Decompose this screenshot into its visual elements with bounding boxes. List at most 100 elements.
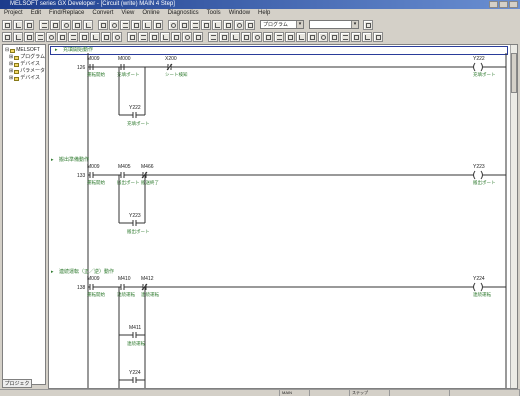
menu-item-online[interactable]: Online	[142, 9, 159, 18]
tree-root[interactable]: ⊟ MELSOFT	[5, 47, 45, 54]
line-erase-icon[interactable]	[171, 31, 181, 42]
convert-all-icon[interactable]	[241, 31, 251, 42]
contact-device: M009	[87, 56, 100, 62]
contact-open	[120, 172, 125, 178]
menu-item-help[interactable]: Help	[258, 9, 270, 18]
application-instruction-icon[interactable]	[57, 31, 67, 42]
invert-icon[interactable]	[138, 31, 148, 42]
list-view-icon[interactable]	[179, 19, 189, 30]
coil-icon[interactable]	[46, 31, 56, 42]
ladder-symbol-toolbar	[2, 31, 383, 42]
cross-reference-icon[interactable]	[362, 31, 372, 42]
new-project-icon[interactable]	[2, 19, 12, 30]
ladder-editor[interactable]: ▸ 充填開始動作 126 M009 運転開始 M000 充填ポート X200 シ…	[48, 44, 518, 389]
pulse-branch-icon[interactable]	[127, 31, 137, 42]
write-plc-icon[interactable]	[131, 19, 141, 30]
tree-item[interactable]: ⊞ デバイス	[5, 61, 45, 68]
closed-branch-icon[interactable]	[35, 31, 45, 42]
open-contact-icon[interactable]	[2, 31, 12, 42]
step-number: 126	[77, 65, 86, 71]
rising-pulse-icon[interactable]	[101, 31, 111, 42]
maximize-button[interactable]	[499, 1, 508, 8]
expand-icon[interactable]: ⊟	[5, 47, 9, 54]
line-draw-icon[interactable]	[160, 31, 170, 42]
menu-item-find[interactable]: Find/Replace	[49, 9, 84, 18]
undo-icon[interactable]	[83, 19, 93, 30]
step-number: 138	[77, 285, 86, 291]
tree-item[interactable]: ⊞ パラメータ	[5, 68, 45, 75]
close-button[interactable]	[509, 1, 518, 8]
ladder-check-icon[interactable]	[351, 31, 361, 42]
copy-icon[interactable]	[61, 19, 71, 30]
tree-item[interactable]: ⊞ プログラム	[5, 54, 45, 61]
zoom-in-icon[interactable]	[296, 31, 306, 42]
menu-item-project[interactable]: Project	[4, 9, 23, 18]
comment-display-icon[interactable]	[263, 31, 273, 42]
minimize-button[interactable]	[489, 1, 498, 8]
expand-icon[interactable]: ⊞	[9, 54, 13, 61]
contact-device: M009	[87, 276, 100, 282]
coil-device: Y224	[473, 276, 485, 282]
project-tab[interactable]: プロジェクト	[2, 379, 32, 395]
menu-item-edit[interactable]: Edit	[31, 9, 41, 18]
monitor-write-icon[interactable]	[219, 31, 229, 42]
open-branch-icon[interactable]	[13, 31, 23, 42]
read-mode-icon[interactable]	[182, 31, 192, 42]
rung-comment: 搬出準備動作	[59, 156, 89, 163]
zoom-out-icon[interactable]	[307, 31, 317, 42]
step-icon[interactable]	[252, 31, 262, 42]
device-memory-icon[interactable]	[340, 31, 350, 42]
contact-label: 連続運転	[141, 291, 159, 298]
menu-item-view[interactable]: View	[121, 9, 134, 18]
menu-item-diagnostics[interactable]: Diagnostics	[168, 9, 199, 18]
closed-contact-icon[interactable]	[24, 31, 34, 42]
note-icon[interactable]	[212, 19, 222, 30]
read-plc-icon[interactable]	[120, 19, 130, 30]
replace-icon[interactable]	[109, 19, 119, 30]
expand-icon[interactable]: ⊞	[9, 68, 13, 75]
monitor-stop-icon[interactable]	[153, 19, 163, 30]
cut-icon[interactable]	[50, 19, 60, 30]
device-batch-icon[interactable]	[363, 19, 373, 30]
menu-item-window[interactable]: Window	[229, 9, 250, 18]
device-list-icon[interactable]	[373, 31, 383, 42]
vertical-scrollbar[interactable]	[510, 45, 517, 388]
branch-label: 充填ポート	[127, 120, 150, 127]
print-icon[interactable]	[39, 19, 49, 30]
ladder-view-icon[interactable]	[168, 19, 178, 30]
find-icon[interactable]	[98, 19, 108, 30]
write-mode-icon[interactable]	[193, 31, 203, 42]
expand-icon[interactable]: ⊞	[9, 75, 13, 82]
monitor-icon[interactable]	[142, 19, 152, 30]
alias-icon[interactable]	[223, 19, 233, 30]
statement-icon[interactable]	[201, 19, 211, 30]
program-list-icon[interactable]	[318, 31, 328, 42]
horizontal-line-icon[interactable]	[68, 31, 78, 42]
device-combo[interactable]: ▾	[309, 20, 359, 29]
paste-icon[interactable]	[72, 19, 82, 30]
program-combo[interactable]: プログラム ▾	[260, 20, 304, 29]
statement-display-icon[interactable]	[274, 31, 284, 42]
open-project-icon[interactable]	[13, 19, 23, 30]
falling-pulse-icon[interactable]	[112, 31, 122, 42]
folder-icon	[14, 55, 20, 60]
menu-item-tools[interactable]: Tools	[207, 9, 221, 18]
device-display-icon[interactable]	[285, 31, 295, 42]
help-icon[interactable]	[245, 19, 255, 30]
menu-item-convert[interactable]: Convert	[92, 9, 113, 18]
zoom-icon[interactable]	[234, 19, 244, 30]
delete-line-icon[interactable]	[90, 31, 100, 42]
save-icon[interactable]	[24, 19, 34, 30]
convert-icon[interactable]	[230, 31, 240, 42]
vertical-line-icon[interactable]	[79, 31, 89, 42]
operation-result-icon[interactable]	[149, 31, 159, 42]
chevron-down-icon[interactable]: ▾	[296, 21, 303, 28]
folder-icon	[14, 76, 20, 81]
chevron-down-icon[interactable]: ▾	[351, 21, 358, 28]
tree-item[interactable]: ⊞ デバイス	[5, 75, 45, 82]
monitor-mode-icon[interactable]	[208, 31, 218, 42]
parameter-icon[interactable]	[329, 31, 339, 42]
expand-icon[interactable]: ⊞	[9, 61, 13, 68]
comment-icon[interactable]	[190, 19, 200, 30]
scrollbar-thumb[interactable]	[511, 53, 517, 93]
